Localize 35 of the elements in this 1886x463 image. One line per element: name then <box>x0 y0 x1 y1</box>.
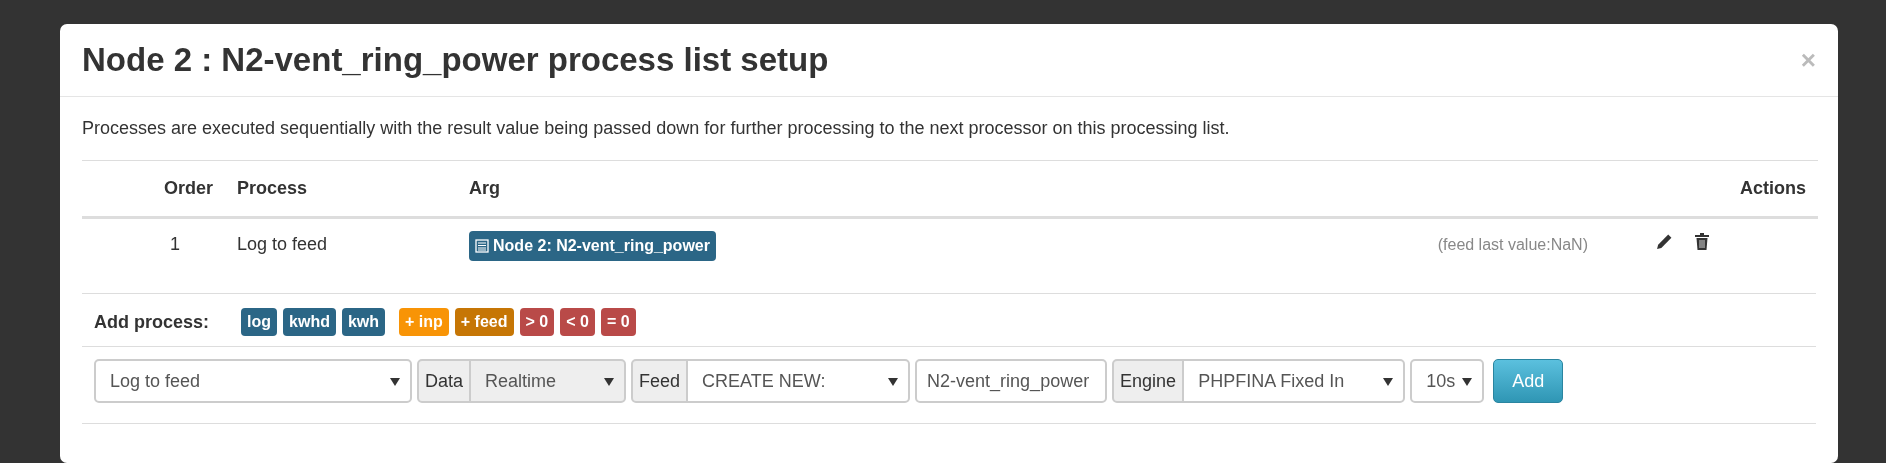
dropdown[interactable]: CREATE NEW: <box>686 359 911 403</box>
column-header: Arg <box>469 178 501 198</box>
dropdown: Realtime <box>469 359 627 403</box>
caret-icon <box>1383 377 1394 386</box>
edit-icon[interactable] <box>1656 233 1673 250</box>
process-badge[interactable]: = 0 <box>600 308 636 336</box>
caret-icon <box>888 377 899 386</box>
process-badge[interactable]: kwhd <box>283 308 336 336</box>
modal-title: Node 2 : N2-vent_ring_power process list setup <box>82 40 829 80</box>
process-badge[interactable]: > 0 <box>519 308 555 336</box>
feed-badge: Node 2: N2-vent_ring_power <box>469 231 716 261</box>
dropdown[interactable]: Log to feed <box>94 359 412 403</box>
text-field[interactable]: N2-vent_ring_power <box>915 359 1108 403</box>
column-header: Order <box>164 178 214 198</box>
caret-icon <box>1462 377 1473 386</box>
column-header: Actions <box>1740 178 1806 198</box>
process-badge[interactable]: < 0 <box>560 308 595 336</box>
add-process-label: Add process: <box>94 310 210 334</box>
dropdown[interactable]: PHPFINA Fixed In <box>1182 359 1406 403</box>
field-label: Feed <box>631 359 689 403</box>
field-label: Data <box>417 359 472 403</box>
order-number: 1 <box>170 234 180 254</box>
dropdown[interactable]: 10s <box>1410 359 1485 403</box>
column-header: Process <box>237 178 308 198</box>
process-badge[interactable]: kwh <box>341 308 386 336</box>
caret-icon <box>604 377 615 386</box>
feed-last-value: (feed last value:NaN) <box>1437 236 1588 253</box>
process-badge[interactable]: + feed <box>454 308 514 336</box>
caret-icon <box>390 377 400 386</box>
trash-icon[interactable] <box>1695 233 1709 250</box>
field-label: Engine <box>1112 359 1185 403</box>
description-text: Processes are executed sequentially with the result value being passed down for further processing to the next processor on this processing list. <box>82 117 1231 140</box>
process-name: Log to feed <box>237 234 328 254</box>
process-badge[interactable]: log <box>241 308 278 336</box>
list-icon <box>475 239 490 253</box>
